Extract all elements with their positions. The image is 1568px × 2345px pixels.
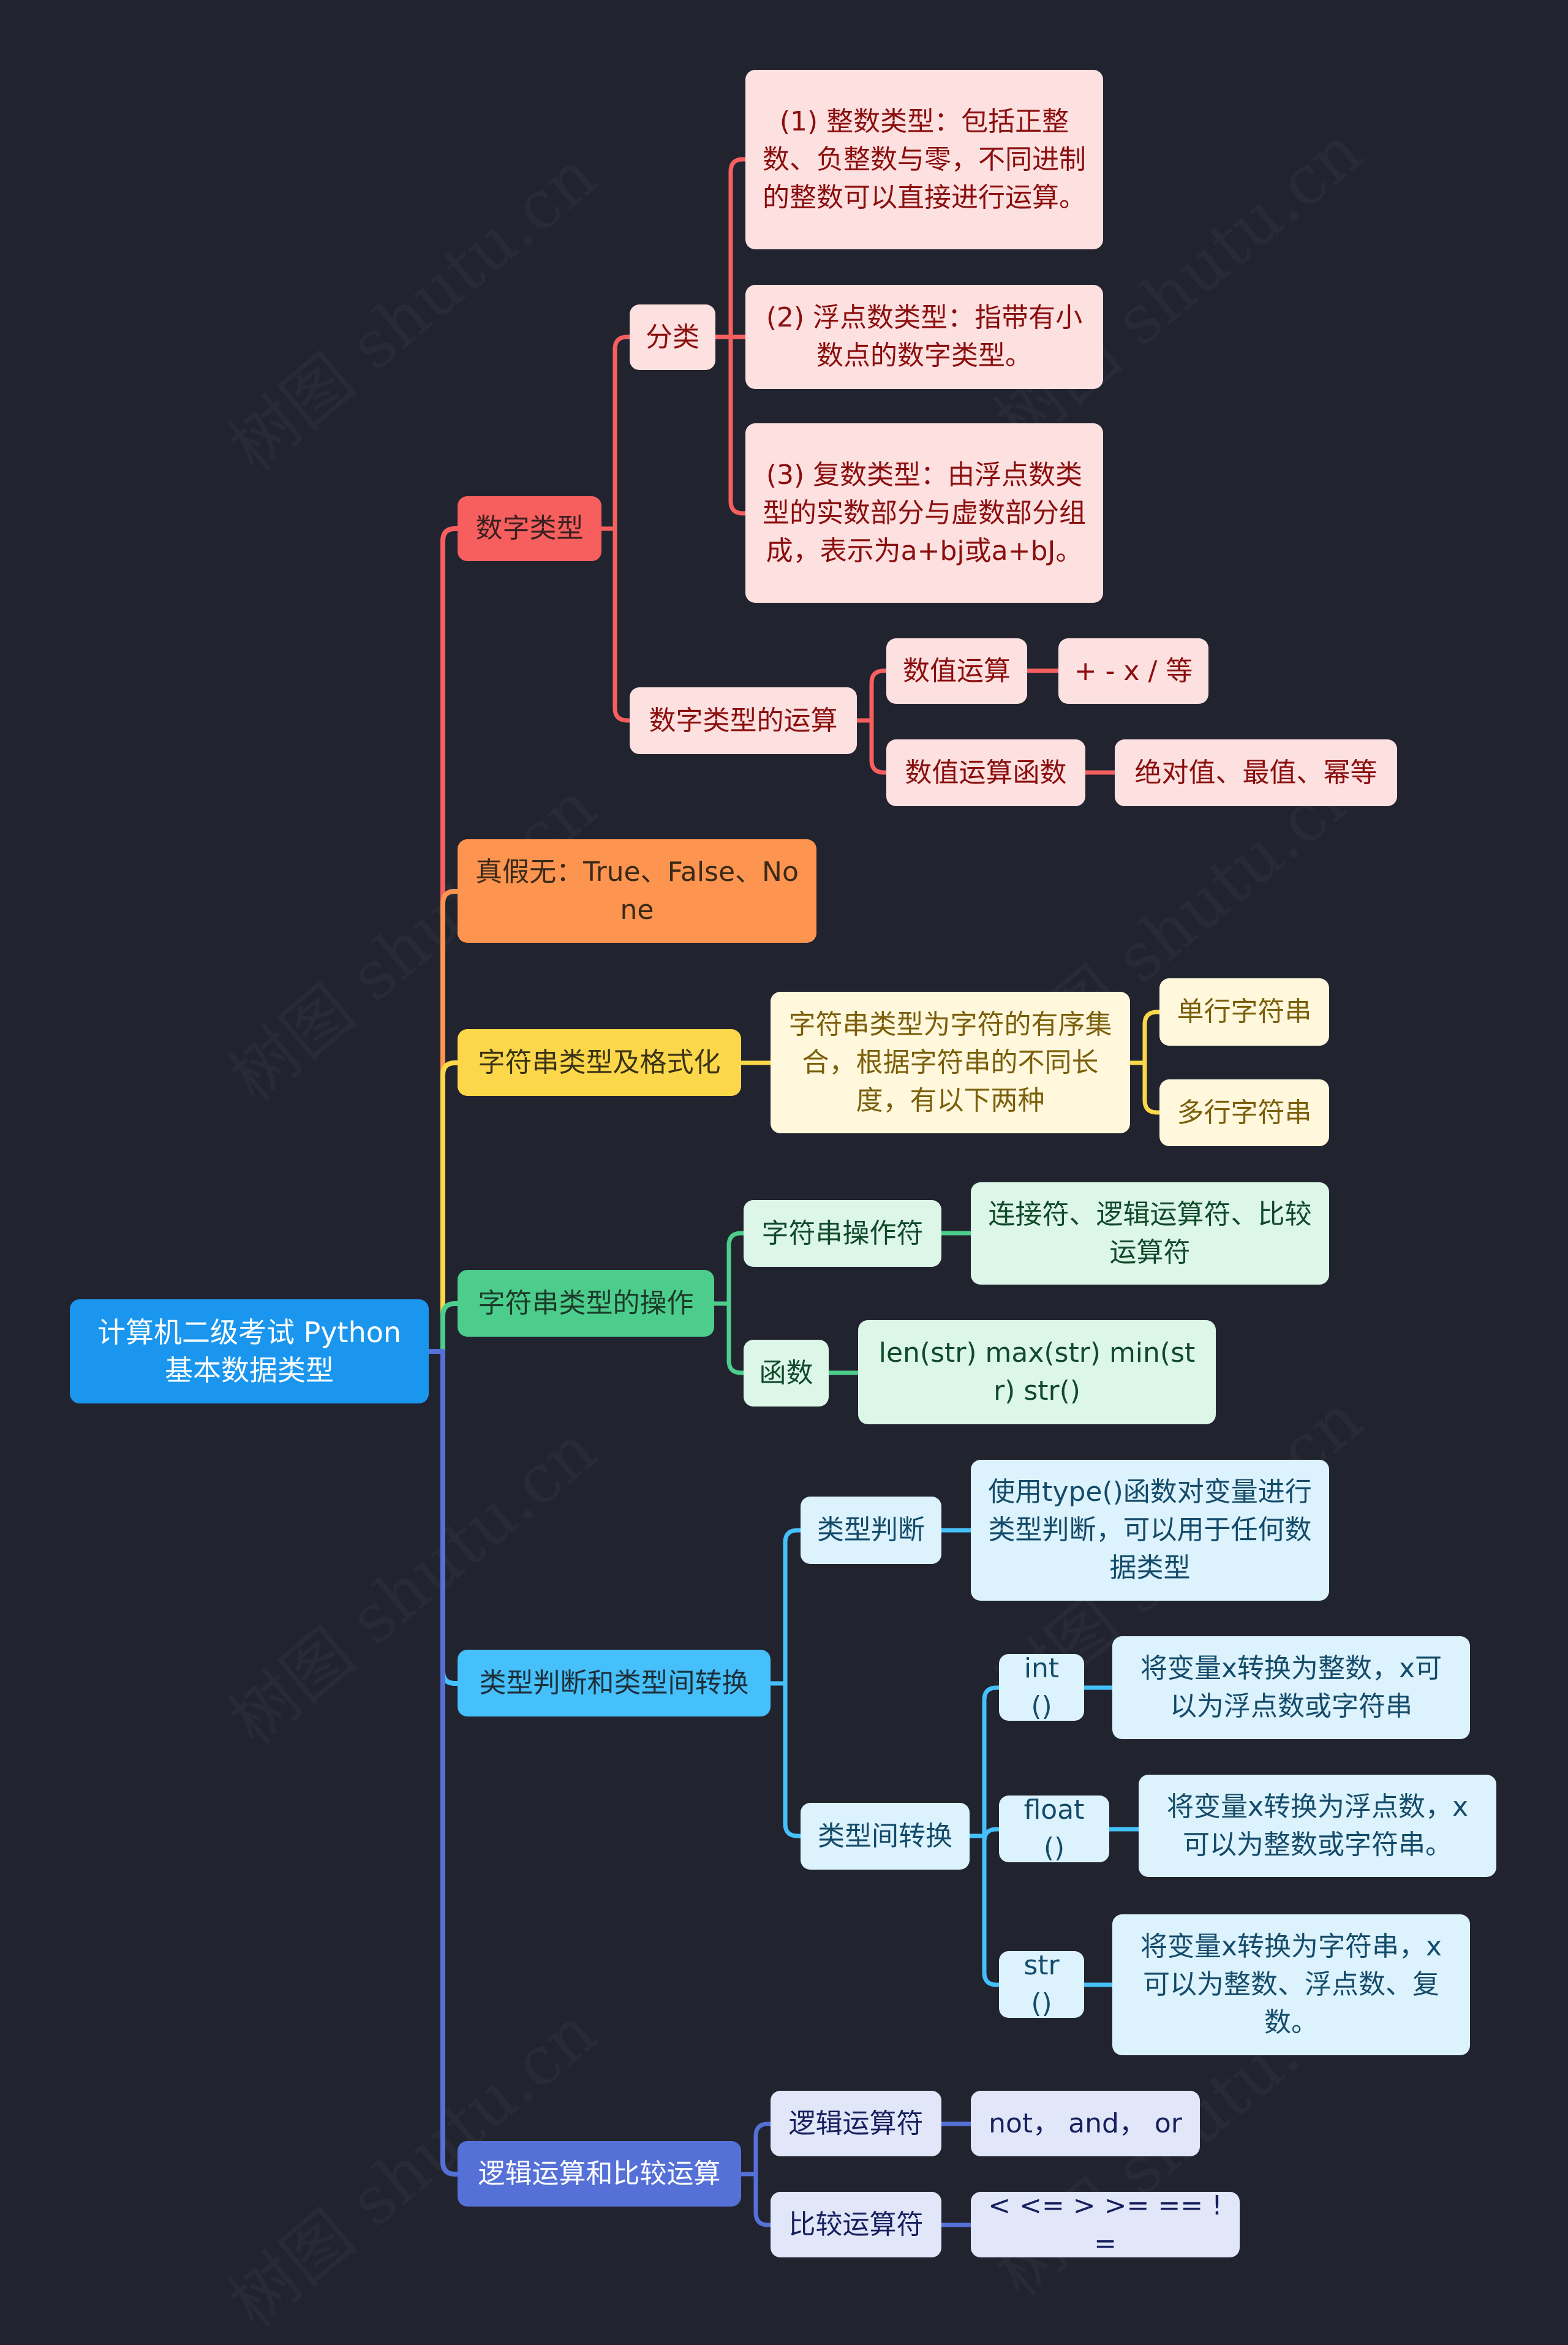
leaf-text: not， and， or xyxy=(989,2107,1182,2139)
node-type-check[interactable]: 类型判断 xyxy=(801,1497,941,1564)
leaf-float-desc[interactable]: 将变量x转换为浮点数，x可以为整数或字符串。 xyxy=(1139,1775,1496,1877)
leaf-single-line-string[interactable]: 单行字符串 xyxy=(1159,978,1329,1046)
branch-logic-compare[interactable]: 逻辑运算和比较运算 xyxy=(458,2141,741,2207)
logic-to-compare xyxy=(739,2172,773,2227)
type-to-check xyxy=(768,1528,803,1686)
node-label: 分类 xyxy=(646,321,699,353)
node-string-functions[interactable]: 函数 xyxy=(744,1340,829,1407)
leaf-text: (2) 浮点数类型：指带有小数点的数字类型。 xyxy=(766,302,1083,371)
ops-to-functions xyxy=(712,1301,746,1375)
node-compare-operators[interactable]: 比较运算符 xyxy=(771,2192,941,2257)
node-label: 字符串操作符 xyxy=(761,1217,924,1249)
classify-to-int xyxy=(713,157,748,339)
branch-label: 字符串类型及格式化 xyxy=(478,1046,721,1078)
leaf-text: 连接符、逻辑运算符、比较运算符 xyxy=(988,1198,1312,1268)
leaf-text: < <= > >= == != xyxy=(988,2189,1223,2259)
leaf-type-check-value[interactable]: 使用type()函数对变量进行类型判断，可以用于任何数据类型 xyxy=(971,1460,1329,1601)
leaf-text: 将变量x转换为字符串，x可以为整数、浮点数、复数。 xyxy=(1140,1931,1442,2038)
branch-string-format[interactable]: 字符串类型及格式化 xyxy=(458,1029,741,1096)
node-label: 数值运算函数 xyxy=(905,757,1067,788)
branch-number-types[interactable]: 数字类型 xyxy=(458,496,601,561)
branch-type-check-convert[interactable]: 类型判断和类型间转换 xyxy=(458,1650,771,1716)
leaf-text: 多行字符串 xyxy=(1177,1097,1312,1128)
type-to-convert xyxy=(768,1681,803,1838)
node-label: int() xyxy=(1023,1652,1060,1722)
node-int-func[interactable]: int() xyxy=(999,1653,1084,1722)
node-label: 数字类型的运算 xyxy=(649,704,838,736)
node-type-convert[interactable]: 类型间转换 xyxy=(801,1803,970,1870)
leaf-text: 单行字符串 xyxy=(1177,996,1312,1027)
branch-string-ops[interactable]: 字符串类型的操作 xyxy=(458,1270,714,1337)
root-node[interactable]: 计算机二级考试 Python 基本数据类型 xyxy=(70,1299,429,1403)
node-label: 函数 xyxy=(759,1357,813,1389)
leaf-compare-operators-value[interactable]: < <= > >= == != xyxy=(971,2190,1240,2259)
logic-to-logical xyxy=(739,2121,773,2177)
desc-to-multi xyxy=(1128,1060,1162,1115)
node-text: 字符串类型为字符的有序集合，根据字符串的不同长度，有以下两种 xyxy=(788,1008,1112,1116)
branch-label: 真假无：True、False、None xyxy=(475,856,799,926)
node-numeric-functions[interactable]: 数值运算函数 xyxy=(886,739,1085,806)
number-to-ops xyxy=(599,526,632,723)
leaf-integer-type[interactable]: (1) 整数类型：包括正整数、负整数与零，不同进制的整数可以直接进行运算。 xyxy=(745,70,1103,249)
leaf-text: 将变量x转换为整数，x可以为浮点数或字符串 xyxy=(1140,1653,1442,1722)
leaf-text: (1) 整数类型：包括正整数、负整数与零，不同进制的整数可以直接进行运算。 xyxy=(763,105,1086,213)
node-float-func[interactable]: float() xyxy=(999,1794,1109,1864)
node-str-func[interactable]: str() xyxy=(999,1950,1084,2019)
branch-true-false-none[interactable]: 真假无：True、False、None xyxy=(458,839,816,943)
leaf-logical-operators-value[interactable]: not， and， or xyxy=(971,2091,1200,2156)
classify-to-complex xyxy=(713,334,748,516)
leaf-numeric-functions-value[interactable]: 绝对值、最值、幂等 xyxy=(1115,739,1397,806)
leaf-text: len(str) max(str) min(str) str() xyxy=(878,1337,1196,1407)
leaf-numeric-ops-value[interactable]: + - x / 等 xyxy=(1058,638,1208,704)
number-to-classify xyxy=(599,334,632,531)
node-label: 比较运算符 xyxy=(788,2208,924,2240)
leaf-text: 将变量x转换为浮点数，x可以为整数或字符串。 xyxy=(1166,1791,1469,1860)
leaf-multi-line-string[interactable]: 多行字符串 xyxy=(1159,1079,1329,1146)
leaf-text: 使用type()函数对变量进行类型判断，可以用于任何数据类型 xyxy=(988,1476,1312,1584)
root-to-logic xyxy=(426,1349,460,2177)
leaf-string-operators-value[interactable]: 连接符、逻辑运算符、比较运算符 xyxy=(971,1182,1329,1285)
node-label: 数值运算 xyxy=(903,655,1011,687)
desc-to-single xyxy=(1128,1010,1162,1065)
branch-label: 逻辑运算和比较运算 xyxy=(478,2158,721,2189)
leaf-complex-type[interactable]: (3) 复数类型：由浮点数类型的实数部分与虚数部分组成，表示为a+bj或a+bJ… xyxy=(745,423,1103,603)
node-numeric-ops[interactable]: 数值运算 xyxy=(886,638,1027,704)
leaf-string-functions-value[interactable]: len(str) max(str) min(str) str() xyxy=(858,1320,1216,1424)
ops-to-functions xyxy=(854,718,889,775)
root-label: 计算机二级考试 Python 基本数据类型 xyxy=(97,1316,402,1387)
branch-label: 字符串类型的操作 xyxy=(478,1287,694,1319)
node-label: 类型间转换 xyxy=(818,1820,952,1852)
node-classify[interactable]: 分类 xyxy=(630,304,715,370)
node-string-operators[interactable]: 字符串操作符 xyxy=(744,1200,941,1267)
node-label: 逻辑运算符 xyxy=(788,2107,924,2139)
node-label: float() xyxy=(1023,1794,1085,1864)
leaf-int-desc[interactable]: 将变量x转换为整数，x可以为浮点数或字符串 xyxy=(1112,1636,1470,1739)
leaf-text: + - x / 等 xyxy=(1074,655,1193,687)
leaf-float-type[interactable]: (2) 浮点数类型：指带有小数点的数字类型。 xyxy=(745,285,1103,389)
leaf-text: 绝对值、最值、幂等 xyxy=(1134,757,1378,788)
node-label: 类型判断 xyxy=(817,1514,925,1546)
node-logical-operators[interactable]: 逻辑运算符 xyxy=(771,2091,941,2156)
root-to-string-ops xyxy=(426,1301,460,1354)
node-string-desc[interactable]: 字符串类型为字符的有序集合，根据字符串的不同长度，有以下两种 xyxy=(771,992,1130,1133)
ops-to-numeric xyxy=(854,668,889,723)
leaf-text: (3) 复数类型：由浮点数类型的实数部分与虚数部分组成，表示为a+bj或a+bJ… xyxy=(763,459,1086,567)
leaf-str-desc[interactable]: 将变量x转换为字符串，x可以为整数、浮点数、复数。 xyxy=(1112,1914,1470,2055)
branch-label: 类型判断和类型间转换 xyxy=(479,1667,749,1699)
ops-to-operators xyxy=(712,1231,746,1306)
branch-label: 数字类型 xyxy=(475,513,584,544)
node-number-ops[interactable]: 数字类型的运算 xyxy=(630,687,857,754)
node-label: str() xyxy=(1023,1949,1060,2019)
convert-to-str xyxy=(967,1833,1001,1987)
convert-to-int xyxy=(967,1685,1001,1838)
